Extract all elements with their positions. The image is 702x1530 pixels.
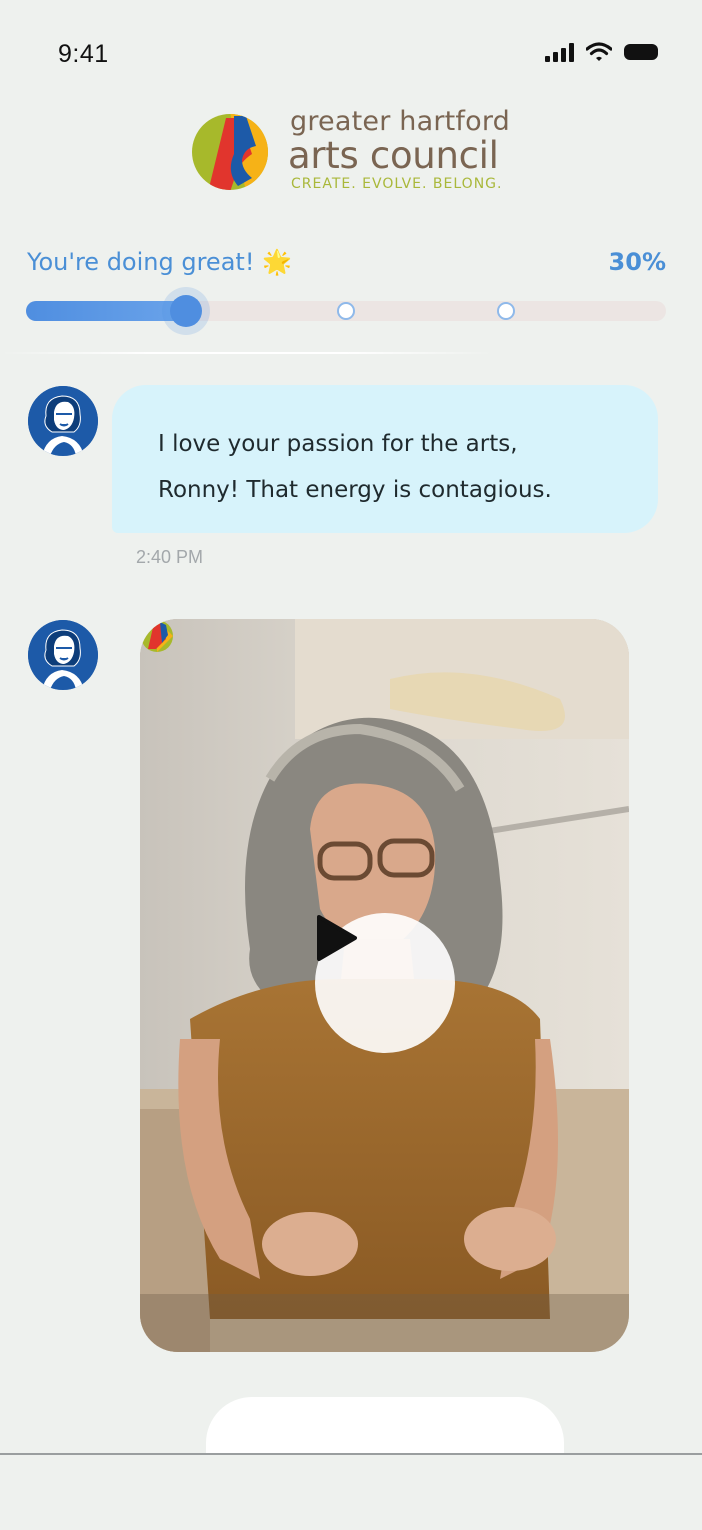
message-timestamp: 2:40 PM bbox=[136, 547, 204, 567]
progress-milestone bbox=[497, 302, 515, 320]
progress-percent: 30% bbox=[608, 248, 666, 276]
logo-mark-icon bbox=[192, 114, 268, 190]
status-bar: 9:41 bbox=[0, 0, 702, 110]
host-avatar[interactable] bbox=[28, 620, 98, 690]
logo-text-arts-council: arts council bbox=[288, 134, 499, 177]
play-icon bbox=[317, 915, 357, 961]
host-avatar[interactable] bbox=[28, 386, 98, 456]
progress-milestone bbox=[337, 302, 355, 320]
status-time: 9:41 bbox=[58, 40, 109, 68]
host-portrait-icon bbox=[28, 620, 98, 690]
logo-text-greater-hartford: greater hartford bbox=[290, 106, 511, 137]
progress-fill bbox=[26, 301, 186, 321]
cellular-signal-icon bbox=[545, 42, 574, 62]
host-portrait-icon bbox=[28, 386, 98, 456]
wifi-icon bbox=[586, 42, 612, 61]
chat-bubble: I love your passion for the arts, Ronny!… bbox=[112, 385, 658, 533]
progress-message: You're doing great! 🌟 bbox=[27, 248, 292, 276]
divider bbox=[0, 352, 494, 354]
chat-message-line: Ronny! That energy is contagious. bbox=[158, 477, 552, 503]
bottom-bar bbox=[0, 1453, 702, 1530]
play-button[interactable] bbox=[315, 913, 455, 1053]
battery-icon bbox=[624, 44, 658, 60]
video-message[interactable] bbox=[140, 619, 629, 1352]
arts-council-logo: greater hartford arts council CREATE. EV… bbox=[190, 106, 530, 196]
logo-tagline: CREATE. EVOLVE. BELONG. bbox=[291, 176, 503, 192]
progress-bar bbox=[26, 295, 666, 327]
logo-watermark-icon bbox=[141, 620, 173, 652]
progress-knob bbox=[170, 295, 202, 327]
status-icons bbox=[545, 42, 660, 62]
chat-message-line: I love your passion for the arts, bbox=[158, 431, 518, 457]
